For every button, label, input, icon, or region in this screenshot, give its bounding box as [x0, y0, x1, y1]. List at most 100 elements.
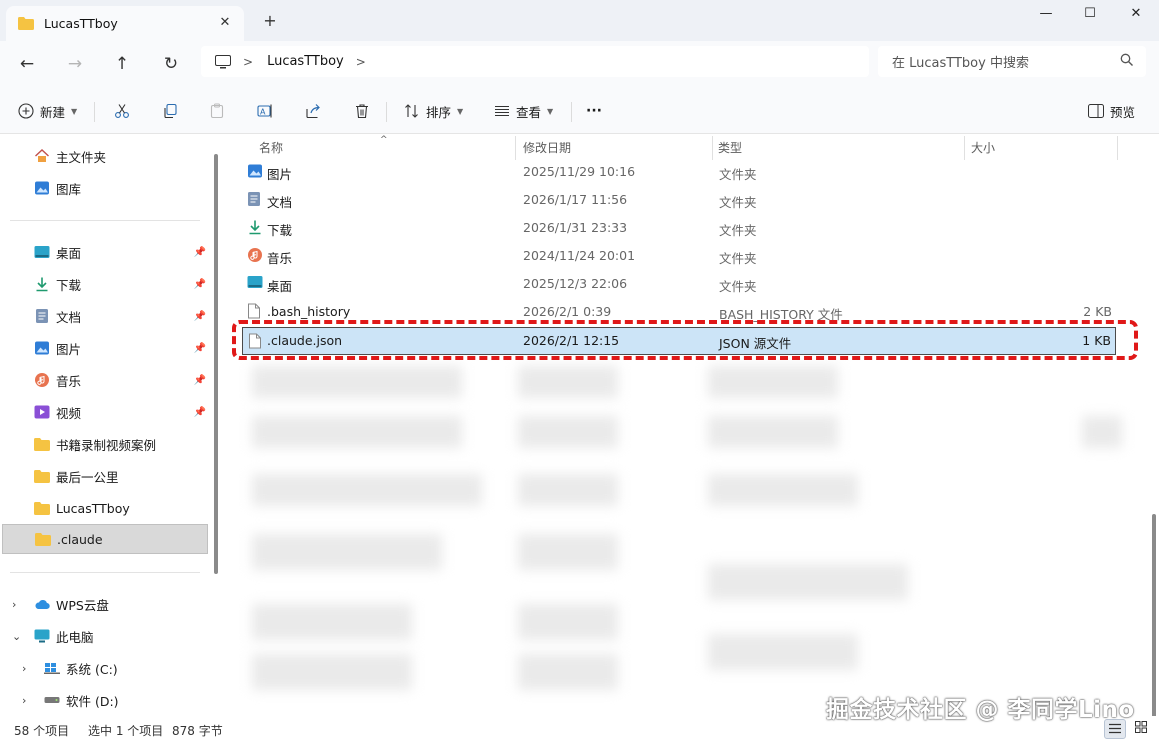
refresh-button[interactable]: ↻	[157, 51, 185, 77]
minimize-button[interactable]: —	[1031, 4, 1061, 24]
address-bar[interactable]: > LucasTTboy >	[201, 46, 869, 77]
close-window-button[interactable]: ✕	[1121, 4, 1151, 24]
sidebar-item-folder[interactable]: LucasTTboy	[2, 493, 208, 523]
file-date: 2026/1/17 11:56	[523, 192, 628, 207]
video-icon	[34, 404, 50, 420]
redacted-row	[252, 474, 482, 506]
sidebar-item-home[interactable]: 主文件夹	[2, 141, 208, 171]
view-button[interactable]: 查看 ▼	[494, 99, 553, 123]
sidebar-item-wps[interactable]: › WPS云盘	[2, 589, 208, 619]
sidebar-item-documents[interactable]: 文档 📌	[2, 301, 208, 331]
sidebar-item-videos[interactable]: 视频 📌	[2, 397, 208, 427]
pin-icon[interactable]: 📌	[194, 279, 206, 290]
close-tab-icon[interactable]: ✕	[216, 14, 234, 32]
table-row[interactable]: 图片 2025/11/29 10:16 文件夹	[242, 158, 1116, 186]
forward-button[interactable]: →	[61, 51, 89, 77]
chevron-right-icon[interactable]: ›	[22, 662, 26, 675]
redacted-row	[252, 534, 442, 570]
sidebar-item-label: 桌面	[56, 245, 82, 261]
rename-button[interactable]: A	[257, 99, 273, 123]
pin-icon[interactable]: 📌	[194, 343, 206, 354]
rename-icon: A	[257, 104, 272, 118]
share-button[interactable]	[305, 99, 321, 123]
breadcrumb-separator[interactable]: >	[243, 55, 253, 69]
table-row[interactable]: 桌面 2025/12/3 22:06 文件夹	[242, 270, 1116, 298]
sidebar-item-label: 下载	[56, 277, 82, 293]
sidebar-item-label: 视频	[56, 405, 82, 421]
plus-circle-icon	[18, 103, 34, 119]
sidebar-item-claude[interactable]: .claude	[2, 524, 208, 554]
table-row[interactable]: 音乐 2024/11/24 20:01 文件夹	[242, 242, 1116, 270]
chevron-down-icon: ▼	[71, 106, 78, 116]
sidebar-scrollbar[interactable]	[214, 154, 218, 574]
pin-icon[interactable]: 📌	[194, 375, 206, 386]
new-tab-button[interactable]: +	[260, 11, 280, 31]
chevron-right-icon[interactable]: ›	[22, 694, 26, 707]
sidebar-item-gallery[interactable]: 图库	[2, 173, 208, 203]
sidebar-item-desktop[interactable]: 桌面 📌	[2, 237, 208, 267]
preview-label: 预览	[1110, 104, 1136, 120]
redacted-row	[518, 366, 618, 398]
cloud-icon	[34, 596, 50, 612]
search-input[interactable]: 在 LucasTTboy 中搜索	[878, 46, 1146, 77]
sidebar-item-downloads[interactable]: 下载 📌	[2, 269, 208, 299]
table-row[interactable]: 下载 2026/1/31 23:33 文件夹	[242, 214, 1116, 242]
sidebar-item-pictures[interactable]: 图片 📌	[2, 333, 208, 363]
tab-lucasttboy[interactable]: LucasTTboy ✕	[6, 6, 244, 41]
column-divider[interactable]	[1117, 136, 1118, 160]
folder-icon	[34, 436, 50, 452]
pin-icon[interactable]: 📌	[194, 311, 206, 322]
file-date: 2024/11/24 20:01	[523, 248, 636, 263]
sidebar-item-label: 主文件夹	[56, 149, 107, 165]
delete-button[interactable]	[354, 99, 370, 123]
preview-pane-button[interactable]: 预览	[1088, 99, 1135, 123]
command-bar: 新建 ▼ A 排序 ▼ 查看 ▼ ··· 预览	[0, 87, 1159, 134]
redacted-row	[518, 416, 618, 448]
file-list-scrollbar[interactable]	[1152, 514, 1156, 742]
sort-button[interactable]: 排序 ▼	[404, 99, 463, 123]
sidebar-item-folder[interactable]: 书籍录制视频案例	[2, 429, 208, 459]
breadcrumb-chevron[interactable]: >	[356, 55, 366, 69]
watermark: 掘金技术社区 @ 李同学Lino	[826, 697, 1135, 723]
divider	[571, 102, 572, 122]
clipboard-icon	[210, 103, 224, 119]
file-name: 音乐	[267, 251, 293, 266]
sidebar-item-label: 软件 (D:)	[66, 693, 119, 709]
gallery-icon	[34, 180, 50, 196]
sidebar-item-music[interactable]: 音乐 📌	[2, 365, 208, 395]
chevron-right-icon[interactable]: ›	[12, 598, 16, 611]
sidebar-item-folder[interactable]: 最后一公里	[2, 461, 208, 491]
pin-icon[interactable]: 📌	[194, 247, 206, 258]
divider	[94, 102, 95, 122]
maximize-button[interactable]: ☐	[1075, 4, 1105, 24]
selection-size: 878 字节	[172, 724, 223, 738]
trash-icon	[356, 104, 368, 119]
new-button[interactable]: 新建 ▼	[18, 99, 77, 123]
table-row[interactable]: 文档 2026/1/17 11:56 文件夹	[242, 186, 1116, 214]
chevron-down-icon[interactable]: ⌄	[12, 630, 21, 643]
breadcrumb-lucasttboy[interactable]: LucasTTboy	[267, 54, 344, 69]
music-icon	[34, 372, 50, 388]
sidebar-item-this-pc[interactable]: ⌄ 此电脑	[2, 621, 208, 651]
file-icon	[247, 303, 263, 319]
chevron-down-icon: ▼	[547, 106, 554, 116]
sidebar-item-drive-d[interactable]: › 软件 (D:)	[2, 685, 208, 715]
document-icon	[34, 308, 50, 324]
redacted-row	[518, 604, 618, 640]
column-divider[interactable]	[515, 136, 516, 160]
paste-button[interactable]	[209, 99, 225, 123]
back-button[interactable]: ←	[13, 51, 41, 77]
column-divider[interactable]	[964, 136, 965, 160]
file-name: 桌面	[267, 279, 293, 294]
redacted-row	[518, 474, 618, 506]
copy-button[interactable]	[162, 99, 178, 123]
cut-button[interactable]	[114, 99, 130, 123]
column-divider[interactable]	[712, 136, 713, 160]
svg-text:A: A	[260, 108, 266, 117]
sidebar-item-drive-c[interactable]: › 系统 (C:)	[2, 653, 208, 683]
tiles-view-icon	[1135, 721, 1147, 733]
more-options-button[interactable]: ···	[586, 99, 602, 123]
navigation-bar: ← → ↑ ↻ > LucasTTboy > 在 LucasTTboy 中搜索	[0, 41, 1159, 87]
up-button[interactable]: ↑	[108, 51, 136, 77]
pin-icon[interactable]: 📌	[194, 407, 206, 418]
